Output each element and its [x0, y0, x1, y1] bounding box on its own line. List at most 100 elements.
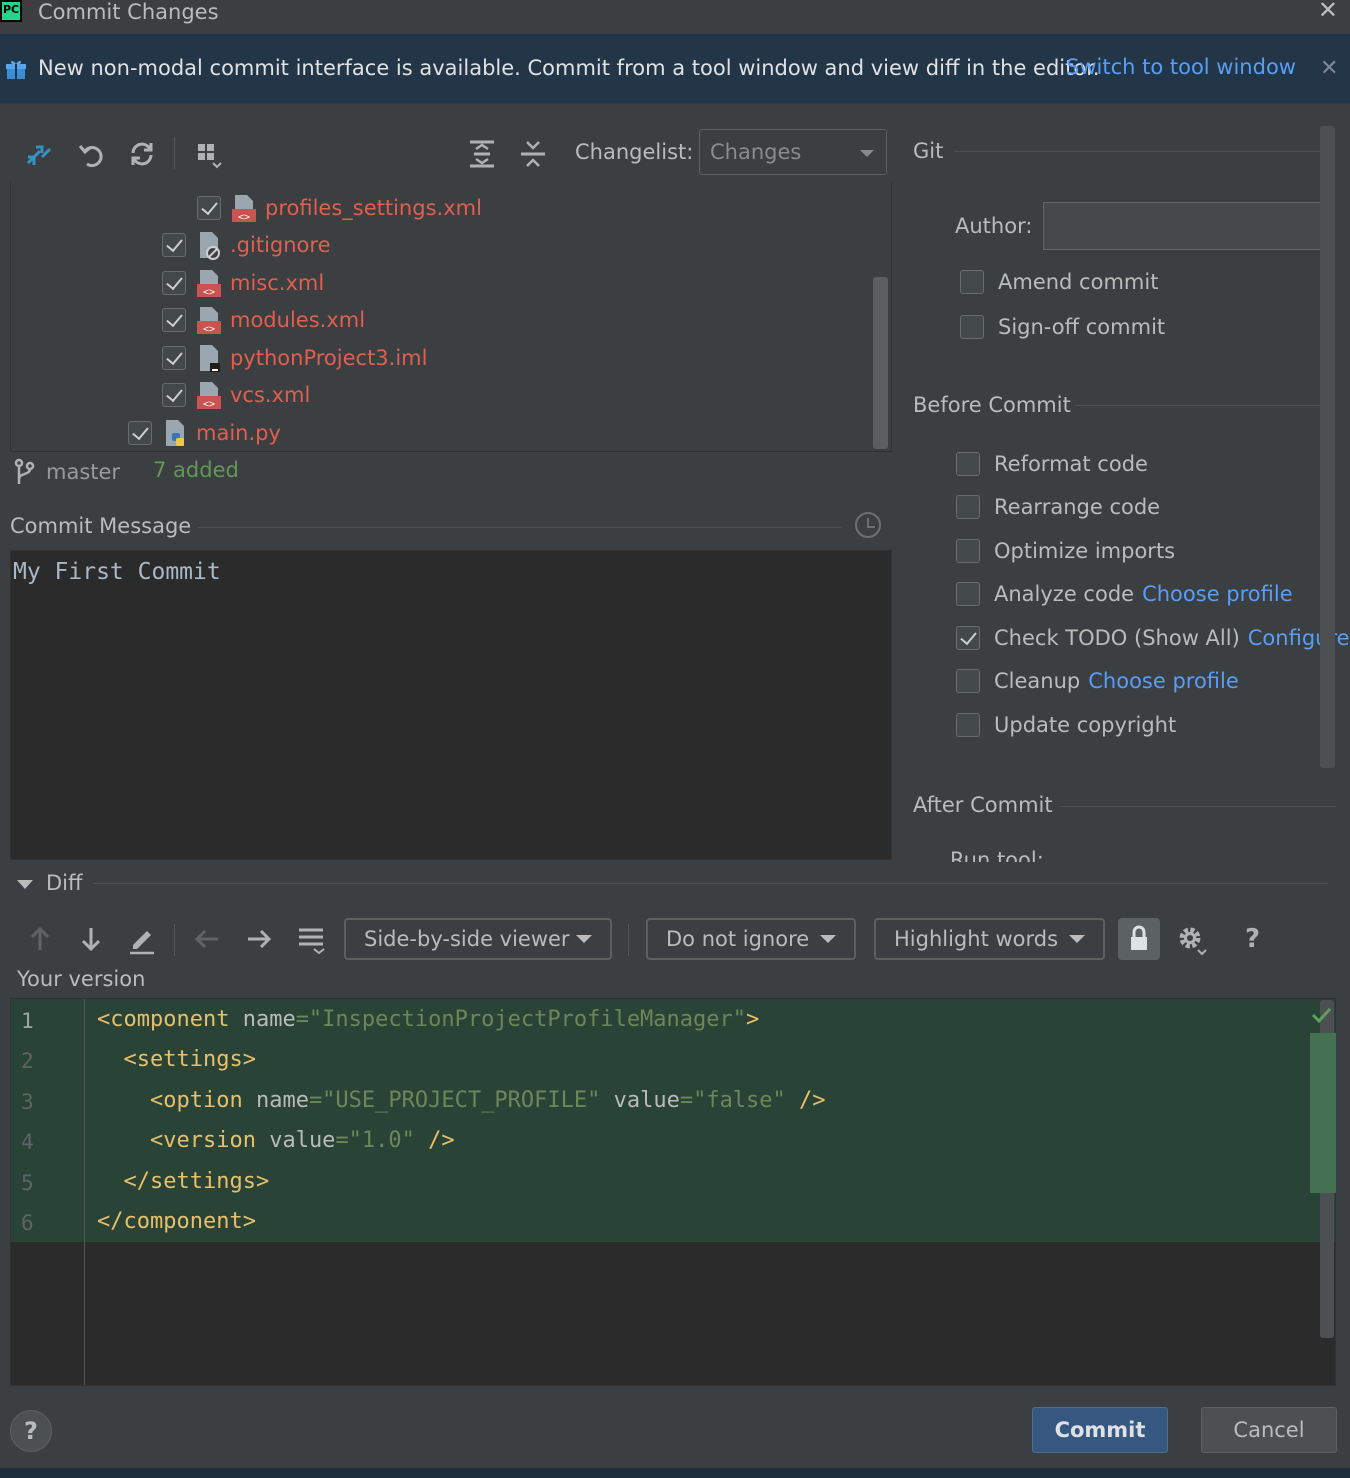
tree-row[interactable]: <> vcs.xml	[162, 377, 310, 413]
help-button[interactable]: ?	[10, 1410, 52, 1452]
file-name: misc.xml	[230, 271, 325, 295]
file-checkbox[interactable]	[162, 383, 186, 407]
amend-commit-label: Amend commit	[998, 270, 1159, 294]
previous-file-icon[interactable]	[190, 922, 224, 956]
tree-scrollbar[interactable]	[873, 277, 888, 449]
option-label: Cleanup	[994, 669, 1081, 693]
previous-difference-icon[interactable]	[23, 922, 57, 956]
commit-history-clock-icon[interactable]	[855, 512, 881, 538]
chevron-down-icon	[820, 935, 836, 943]
group-by-icon[interactable]	[191, 137, 225, 171]
file-name: .gitignore	[230, 233, 331, 257]
sign-off-commit-option[interactable]: Sign-off commit	[960, 315, 1165, 339]
file-checkbox[interactable]	[128, 421, 152, 445]
tree-row[interactable]: main.py	[128, 415, 281, 451]
commit-message-input[interactable]: My First Commit	[10, 550, 892, 860]
branch-name[interactable]: master	[46, 460, 120, 484]
tree-row[interactable]: <> modules.xml	[162, 302, 365, 338]
tree-row[interactable]: pythonProject3.iml	[162, 340, 427, 376]
before-commit-option[interactable]: Optimize imports	[956, 539, 1175, 563]
changed-files-tree: <> profiles_settings.xml .gitignore <> m…	[10, 182, 892, 452]
amend-commit-checkbox[interactable]	[960, 270, 984, 294]
lock-toggle-button[interactable]	[1118, 918, 1160, 960]
before-commit-option[interactable]: Analyze code Choose profile	[956, 582, 1293, 606]
tree-row[interactable]: <> profiles_settings.xml	[197, 190, 482, 226]
diff-editor[interactable]: 1 2 3 4 5 6 <component name="InspectionP…	[10, 998, 1336, 1386]
next-file-icon[interactable]	[242, 922, 276, 956]
file-list-icon[interactable]	[294, 922, 328, 956]
settings-gear-icon[interactable]	[1174, 922, 1208, 956]
section-divider	[1060, 806, 1336, 807]
file-checkbox[interactable]	[162, 346, 186, 370]
update-copyright-checkbox[interactable]	[956, 713, 980, 737]
diff-collapse-triangle-icon[interactable]	[17, 880, 33, 889]
option-label: Reformat code	[994, 452, 1148, 476]
cleanup-checkbox[interactable]	[956, 669, 980, 693]
option-label: Check TODO (Show All)	[994, 626, 1240, 650]
expand-all-icon[interactable]	[465, 137, 499, 171]
git-branch-icon	[14, 458, 35, 484]
file-checkbox[interactable]	[197, 196, 221, 220]
analyze-code-checkbox[interactable]	[956, 582, 980, 606]
option-label: Update copyright	[994, 713, 1177, 737]
analyze-choose-profile-link[interactable]: Choose profile	[1142, 582, 1293, 606]
rollback-arrow-icon[interactable]	[22, 137, 56, 171]
before-commit-title: Before Commit	[913, 393, 1071, 417]
gutter-divider	[84, 999, 85, 1385]
toolbar-separator	[174, 137, 175, 169]
xml-file-icon: <>	[232, 195, 256, 223]
changelist-label: Changelist:	[575, 140, 694, 164]
highlight-mode-select[interactable]: Highlight words	[874, 918, 1105, 960]
file-checkbox[interactable]	[162, 308, 186, 332]
file-checkbox[interactable]	[162, 233, 186, 257]
undo-icon[interactable]	[75, 137, 109, 171]
commit-button[interactable]: Commit	[1032, 1407, 1168, 1453]
refresh-icon[interactable]	[125, 137, 159, 171]
file-name: profiles_settings.xml	[265, 196, 482, 220]
git-section-title: Git	[913, 139, 944, 163]
next-difference-icon[interactable]	[74, 922, 108, 956]
whitespace-ignore-select[interactable]: Do not ignore	[646, 918, 856, 960]
file-checkbox[interactable]	[162, 271, 186, 295]
code-line-2: <settings>	[123, 1047, 256, 1072]
tree-row[interactable]: <> misc.xml	[162, 265, 324, 301]
switch-to-tool-window-link[interactable]: Switch to tool window	[1066, 55, 1296, 79]
before-commit-option[interactable]: Rearrange code	[956, 495, 1160, 519]
viewer-mode-select[interactable]: Side-by-side viewer	[344, 918, 612, 960]
option-label: Analyze code	[994, 582, 1135, 606]
diff-title[interactable]: Diff	[46, 871, 82, 895]
file-name: main.py	[196, 421, 281, 445]
cancel-button[interactable]: Cancel	[1201, 1407, 1337, 1453]
reformat-code-checkbox[interactable]	[956, 452, 980, 476]
line-number: 1	[21, 1009, 34, 1033]
optimize-imports-checkbox[interactable]	[956, 539, 980, 563]
commit-message-title: Commit Message	[10, 514, 192, 538]
svg-text:<>: <>	[203, 324, 215, 335]
edit-source-icon[interactable]	[125, 922, 159, 956]
collapse-all-icon[interactable]	[516, 137, 550, 171]
sign-off-commit-label: Sign-off commit	[998, 315, 1166, 339]
banner-close-icon[interactable]: ✕	[1320, 56, 1338, 81]
before-commit-option[interactable]: Check TODO (Show All) Configure	[956, 626, 1350, 650]
section-divider	[955, 151, 1325, 152]
amend-commit-option[interactable]: Amend commit	[960, 270, 1158, 294]
rearrange-code-checkbox[interactable]	[956, 495, 980, 519]
tree-row[interactable]: .gitignore	[162, 227, 331, 263]
before-commit-option[interactable]: Reformat code	[956, 452, 1148, 476]
svg-text:<>: <>	[203, 399, 215, 410]
diff-help-icon[interactable]: ?	[1245, 924, 1260, 954]
window-close-icon[interactable]: ✕	[1318, 0, 1338, 22]
cleanup-choose-profile-link[interactable]: Choose profile	[1088, 669, 1239, 693]
check-todo-checkbox[interactable]	[956, 626, 980, 650]
author-input[interactable]	[1043, 202, 1327, 250]
before-commit-option[interactable]: Update copyright	[956, 713, 1176, 737]
code-line-1: <component name="InspectionProjectProfil…	[97, 1007, 760, 1032]
changelist-select[interactable]: Changes	[699, 129, 887, 175]
options-scrollbar[interactable]	[1320, 126, 1335, 768]
before-commit-option[interactable]: Cleanup Choose profile	[956, 669, 1239, 693]
line-number: 2	[21, 1049, 34, 1073]
code-line-5: </settings>	[123, 1169, 270, 1194]
your-version-label: Your version	[17, 967, 146, 991]
added-count: 7 added	[153, 458, 239, 482]
sign-off-commit-checkbox[interactable]	[960, 315, 984, 339]
